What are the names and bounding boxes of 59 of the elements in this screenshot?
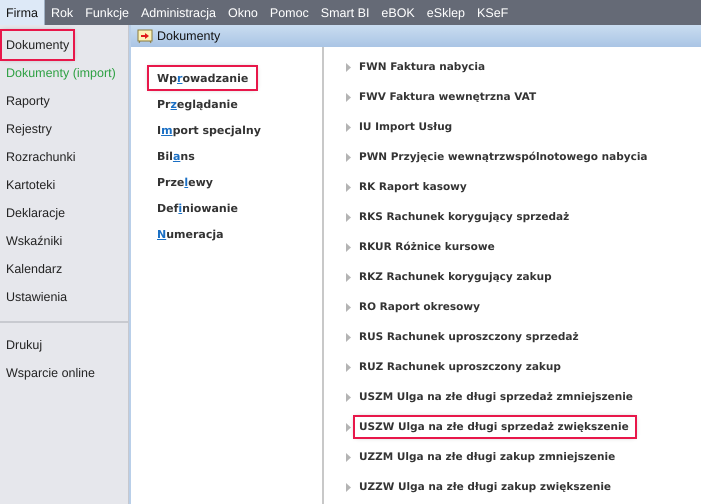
triangle-icon: [346, 182, 351, 192]
menu-item[interactable]: Rok: [44, 0, 80, 25]
document-type-link[interactable]: IU Import Usług: [359, 117, 458, 137]
triangle-icon: [346, 242, 351, 252]
document-type-link[interactable]: UZZW Ulga na złe długi zakup zwiększenie: [359, 477, 618, 497]
triangle-icon: [346, 92, 351, 102]
triangle-icon: [346, 122, 351, 132]
triangle-icon: [346, 62, 351, 72]
triangle-icon: [346, 362, 351, 372]
sidebar-item[interactable]: Rozrachunki: [2, 143, 80, 171]
document-type-link[interactable]: RUZ Rachunek uproszczony zakup: [359, 357, 567, 377]
document-type-link[interactable]: RKUR Różnice kursowe: [359, 237, 501, 257]
document-type-link[interactable]: RK Raport kasowy: [359, 177, 473, 197]
sidebar-item[interactable]: Kartoteki: [2, 171, 60, 199]
section-link[interactable]: Wprowadzanie: [149, 67, 256, 89]
document-type-link[interactable]: RKZ Rachunek korygujący zakup: [359, 267, 558, 287]
triangle-icon: [346, 422, 351, 432]
triangle-icon: [346, 452, 351, 462]
sidebar-item[interactable]: Ustawienia: [2, 283, 72, 311]
document-type-link[interactable]: PWN Przyjęcie wewnątrzwspólnotowego nabycia: [359, 147, 654, 167]
document-type-link[interactable]: UZZM Ulga na złe długi zakup zmniejszenie: [359, 447, 622, 467]
document-type-link[interactable]: RO Raport okresowy: [359, 297, 486, 317]
menu-item[interactable]: Administracja: [134, 0, 222, 25]
document-type-link[interactable]: USZM Ulga na złe długi sprzedaż zmniejszenie: [359, 387, 639, 407]
panel-title: Dokumenty: [157, 29, 220, 43]
menu-item[interactable]: Okno: [222, 0, 264, 25]
triangle-icon: [346, 302, 351, 312]
menu-item[interactable]: eBOK: [375, 0, 421, 25]
menu-item[interactable]: Firma: [0, 0, 45, 25]
document-type-link[interactable]: RUS Rachunek uproszczony sprzedaż: [359, 327, 585, 347]
triangle-icon: [346, 212, 351, 222]
menu-item[interactable]: eSklep: [420, 0, 472, 25]
section-link[interactable]: Import specjalny: [149, 119, 269, 141]
sidebar-item[interactable]: Deklaracje: [2, 199, 70, 227]
sidebar-item[interactable]: Drukuj: [2, 331, 46, 359]
menu-item[interactable]: Smart BI: [314, 0, 376, 25]
section-link[interactable]: Numeracja: [149, 223, 232, 245]
section-link[interactable]: Przeglądanie: [149, 93, 246, 115]
triangle-icon: [346, 152, 351, 162]
section-link[interactable]: Definiowanie: [149, 197, 246, 219]
sidebar-item[interactable]: Rejestry: [2, 115, 56, 143]
sidebar-item[interactable]: Kalendarz: [2, 255, 66, 283]
section-link[interactable]: Przelewy: [149, 171, 221, 193]
sidebar-item[interactable]: Dokumenty: [2, 31, 74, 59]
document-type-link[interactable]: FWV Faktura wewnętrzna VAT: [359, 87, 542, 107]
triangle-icon: [346, 332, 351, 342]
section-link[interactable]: Bilans: [149, 145, 203, 167]
triangle-icon: [346, 392, 351, 402]
sidebar-item[interactable]: Wsparcie online: [2, 359, 99, 387]
menu-item[interactable]: Pomoc: [264, 0, 315, 25]
document-type-link[interactable]: FWN Faktura nabycia: [359, 57, 492, 77]
document-type-link[interactable]: RKS Rachunek korygujący sprzedaż: [359, 207, 576, 227]
menu-item[interactable]: KSeF: [471, 0, 514, 25]
sidebar-item[interactable]: Wskaźniki: [2, 227, 66, 255]
menu-item[interactable]: Funkcje: [79, 0, 135, 25]
document-type-link[interactable]: USZW Ulga na złe długi sprzedaż zwiększenie: [355, 417, 635, 437]
triangle-icon: [346, 482, 351, 492]
sidebar-item[interactable]: Raporty: [2, 87, 54, 115]
triangle-icon: [346, 272, 351, 282]
